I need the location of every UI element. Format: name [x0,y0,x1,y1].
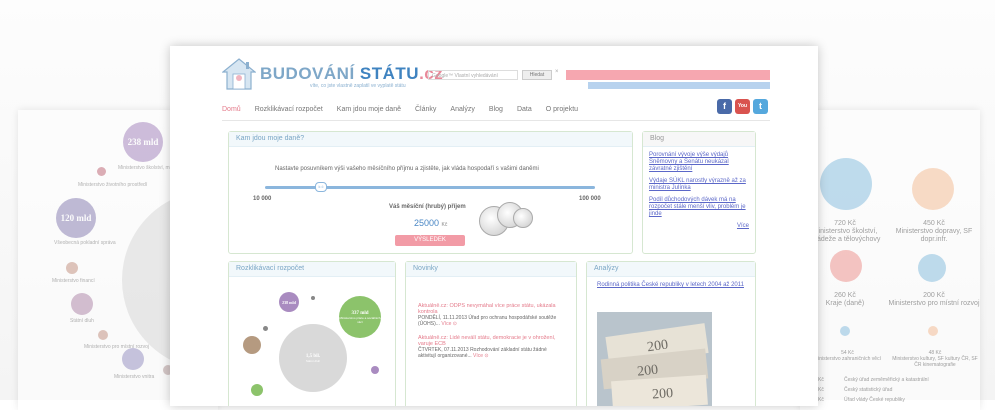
bubble-large[interactable]: 238 mld [123,122,163,162]
main-navigation: Domů Rozklikávací rozpočet Kam jdou moje d… [222,106,592,118]
list-prefix: Kč [818,397,824,403]
calculator-intro: Nastavte posuvníkem výši vašeho měsíčníh… [275,166,539,172]
panel-title: Analýzy [587,262,755,277]
house-icon[interactable] [918,254,946,282]
bubble-small[interactable] [311,296,315,300]
bubble-small[interactable] [71,293,93,315]
bubble-small[interactable] [251,384,263,396]
bubble-small[interactable] [97,167,106,176]
bubble-label: Ministerstvo životního prostředí [78,182,148,188]
search-input[interactable]: Google™ Vlastní vyhledávání [428,70,518,80]
nav-item-home[interactable]: Domů [222,106,241,113]
bubble-label: Ministerstvo vnitra [114,374,155,380]
globe-icon[interactable] [840,326,850,336]
culture-icon[interactable] [928,326,938,336]
blog-more-link[interactable]: Více [649,223,749,230]
bubble-small[interactable]: 238 mld [279,292,299,312]
top-banner-blue [588,82,770,89]
nav-item-data[interactable]: Data [517,106,532,113]
nav-item-budget[interactable]: Rozklikávací rozpočet [255,106,323,113]
airplane-icon[interactable] [912,168,954,210]
bubble-large[interactable]: 337 mld Ministerstvo práce a sociálních v… [339,296,381,338]
ministry-amount: 48 Kč Ministerstvo kultury, SF kultury ČR… [892,350,978,368]
family-icon[interactable] [820,158,872,210]
svg-text:200: 200 [652,386,674,402]
bubble-medium[interactable]: 120 mld [56,198,96,238]
news-summary: PONDĚLÍ, 11.11.2013 Úřad pro ochranu hos… [418,315,557,327]
news-headline[interactable]: Aktuálně.cz: Lidé neválí státu, demokrac… [418,335,564,347]
income-label: Váš měsíční (hrubý) příjem [389,204,466,210]
nav-item-analyses[interactable]: Analýzy [450,106,475,113]
ministry-amount: 450 Kč Ministerstvo dopravy, SF dopr.infr… [895,220,973,243]
house-logo-icon[interactable] [222,58,256,90]
analyses-panel: Analýzy Rodinná politika České republiky… [586,261,756,406]
nav-item-about[interactable]: O projektu [546,106,578,113]
panel-title: Rozklikávací rozpočet [229,262,395,277]
nav-item-articles[interactable]: Články [415,106,436,113]
ministry-amount: 200 Kč Ministerstvo pro místní rozvoj [888,292,980,307]
list-prefix: Kč [818,387,824,393]
bubble-small[interactable] [98,330,108,340]
result-button[interactable]: VÝSLEDEK [395,235,465,246]
income-value: 25000 Kč [414,218,448,228]
news-panel: Novinky Aktuálně.cz: ODPS nevymáhal více… [405,261,577,406]
svg-text:200: 200 [636,363,658,380]
ministry-amount: 54 Kč Ministerstvo zahraničních věcí [814,350,881,362]
panel-title: Blog [643,132,755,147]
slider-handle[interactable]: k č [315,182,327,192]
list-prefix: Kč [818,377,824,383]
analysis-link[interactable]: Rodinná politika České republiky v letec… [597,282,745,289]
ministry-icons-screenshot: 720 Kč Ministerstvo školství, mládeže a t… [800,110,980,410]
blog-link[interactable]: Podíl důchodových dávek má na rozpočet s… [649,197,749,218]
nav-item-blog[interactable]: Blog [489,106,503,113]
site-tagline: víte, co jste vlastně zaplatil ve vyplat… [310,83,406,89]
bubble-label: Ministerstvo financí [52,278,95,284]
product-showcase: 238 mld 120 mld Ministerstvo školství, m… [0,0,995,410]
panel-title: Kam jdou moje daně? [229,132,632,147]
nav-item-taxes[interactable]: Kam jdou moje daně [337,106,401,113]
top-banner-pink [566,70,770,80]
blog-link[interactable]: Porovnání vývoje výše výdajů Sněmovny a … [649,152,749,173]
coin-icon [513,208,533,228]
bubble-small[interactable] [263,326,268,331]
site-logo[interactable]: BUDOVÁNÍ STÁTU.cz [260,64,443,84]
twitter-icon[interactable]: t [753,99,768,114]
tax-calculator-panel: Kam jdou moje daně? Nastavte posuvníkem … [228,131,633,254]
panel-title: Novinky [406,262,576,277]
homepage-screenshot: BUDOVÁNÍ STÁTU.cz víte, co jste vlastně … [170,46,818,406]
blog-link[interactable]: Výdaje SÚKL narostly výrazně až za minis… [649,178,749,192]
youtube-icon[interactable]: You [735,99,750,114]
banknotes-image: 200 200 200 [597,312,712,406]
bubble-small[interactable] [243,336,261,354]
svg-text:200: 200 [646,338,669,356]
list-item: Český statistický úřad [844,387,893,393]
facebook-icon[interactable]: f [717,99,732,114]
bubble-label: Ministerstvo pro místní rozvoj [84,344,150,350]
list-item: Úřad vlády České republiky [844,397,905,403]
news-summary: ČTVRTEK, 07.11.2013 Rozhodování základní… [418,347,547,359]
bubble-label: Státní dluh [70,318,94,324]
bubble-small[interactable] [371,366,379,374]
blog-panel: Blog Porovnání vývoje výše výdajů Sněmov… [642,131,756,254]
bubble-state-debt[interactable]: 1,5 bil. Státní dluh [279,324,347,392]
bubble-label: Všeobecná pokladní správa [54,240,116,246]
search-clear-icon[interactable]: × [555,69,559,75]
budget-panel: Rozklikávací rozpočet 238 mld 337 mld Min… [228,261,396,406]
region-icon[interactable] [830,250,862,282]
search-button[interactable]: Hledat [522,70,552,80]
bubble-small[interactable] [66,262,78,274]
slider-max: 100 000 [579,196,601,202]
bubble-small[interactable] [122,348,144,370]
nav-divider [222,120,770,121]
slider-min: 10 000 [253,196,272,202]
list-item: Český úřad zeměměřický a katastrální [844,377,929,383]
news-headline[interactable]: Aktuálně.cz: ODPS nevymáhal více práce s… [418,303,564,315]
